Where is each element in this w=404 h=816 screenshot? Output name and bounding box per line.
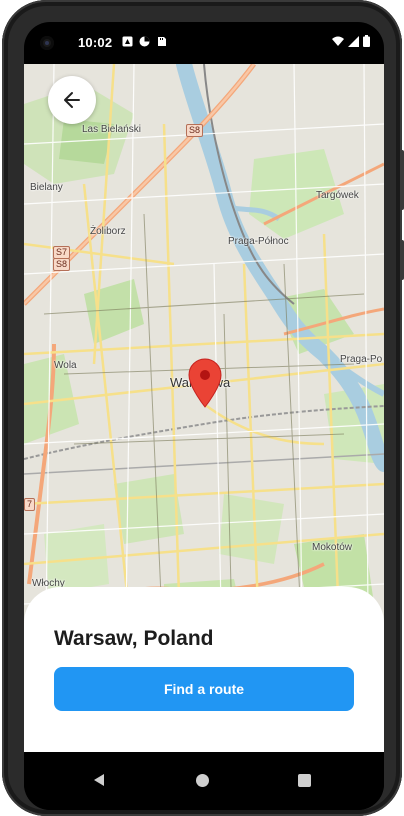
sd-card-icon (158, 37, 166, 46)
map-label-praga-poludnie: Praga-Po (340, 354, 383, 365)
road-shield-7: 7 (24, 498, 36, 511)
road-shield-s8-left: S8 (53, 258, 71, 271)
road-shield-s8: S8 (186, 124, 204, 137)
find-route-button[interactable]: Find a route (54, 667, 354, 711)
media-icon (139, 36, 150, 47)
battery-icon (363, 35, 370, 47)
location-title: Warsaw, Poland (54, 627, 214, 650)
navigation-bar (24, 752, 384, 810)
map-label-targowek: Targówek (316, 190, 359, 201)
wifi-icon (332, 36, 344, 46)
location-pin-icon[interactable] (188, 358, 222, 408)
status-time: 10:02 (78, 35, 113, 50)
nav-home-icon[interactable] (196, 774, 209, 787)
map-label-las-bielanski: Las Bielański (82, 124, 141, 135)
map-label-mokotow: Mokotów (312, 542, 353, 553)
front-camera (40, 36, 54, 50)
map-label-bielany: Bielany (30, 182, 63, 193)
map-label-praga-polnoc: Praga-Północ (228, 236, 289, 247)
volume-button (400, 150, 404, 210)
phone-frame: 10:02 Las Bielański Bielany Żoliborz Tar… (2, 0, 404, 816)
power-button (400, 240, 404, 280)
screen: 10:02 Las Bielański Bielany Żoliborz Tar… (24, 22, 384, 810)
status-left-icons (122, 36, 167, 47)
arrow-left-icon (64, 92, 80, 108)
nav-recents-icon[interactable] (298, 774, 311, 787)
back-button[interactable] (48, 76, 96, 124)
nav-back-icon[interactable] (92, 773, 106, 787)
map-label-wola: Wola (54, 360, 77, 371)
notification-icon (122, 36, 133, 47)
location-sheet: Warsaw, Poland Find a route (24, 587, 384, 757)
status-bar: 10:02 (24, 22, 384, 64)
status-right-icons (332, 35, 370, 47)
signal-icon (348, 35, 359, 47)
map-label-zoliborz: Żoliborz (90, 226, 126, 237)
